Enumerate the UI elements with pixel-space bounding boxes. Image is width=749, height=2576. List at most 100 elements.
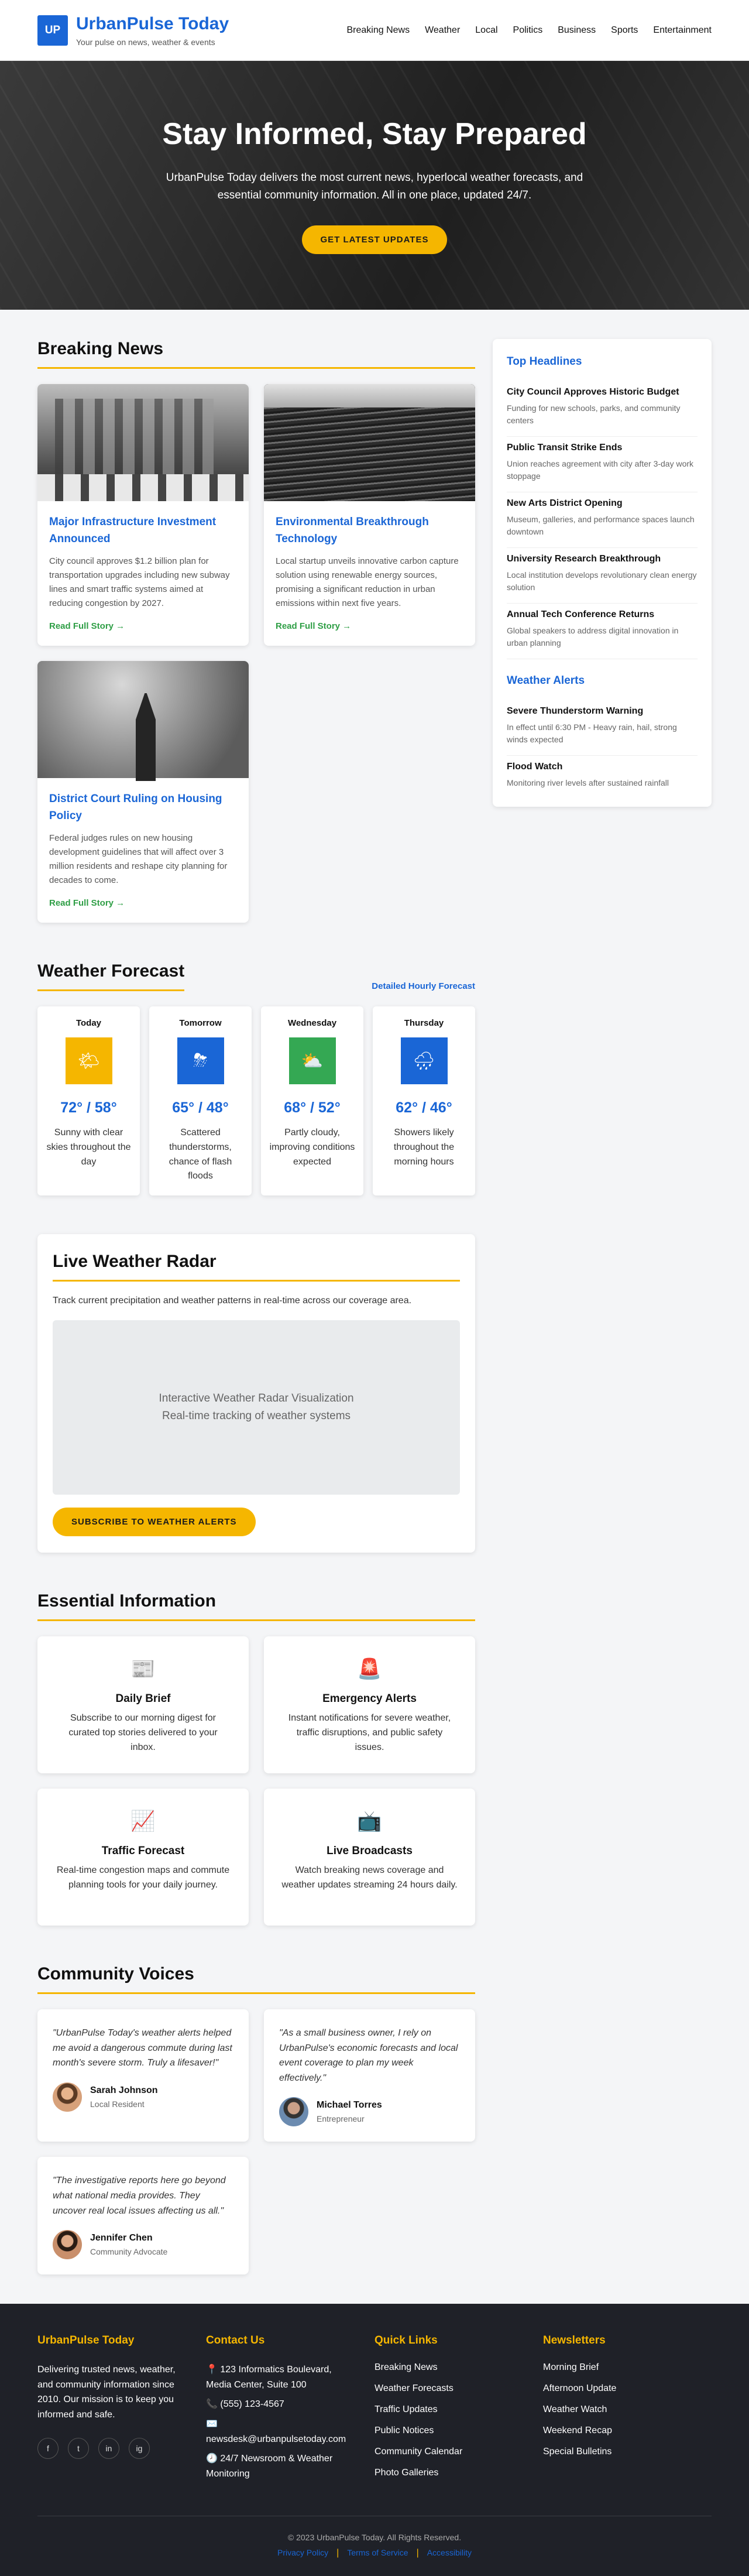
read-full-story-link[interactable]: Read Full Story → (49, 898, 125, 908)
news-title[interactable]: Environmental Breakthrough Technology (276, 514, 463, 547)
community-voices-section: Community Voices "UrbanPulse Today's wea… (37, 1964, 475, 2275)
info-card-emergency-alerts[interactable]: 🚨 Emergency Alerts Instant notifications… (264, 1636, 475, 1773)
footer-link-weather-forecasts[interactable]: Weather Forecasts (374, 2383, 543, 2394)
forecast-day-tomorrow[interactable]: Tomorrow ⛈ 65° / 48° Scattered thunderst… (149, 1006, 252, 1195)
headline-title[interactable]: City Council Approves Historic Budget (507, 387, 698, 398)
privacy-policy-link[interactable]: Privacy Policy (277, 2548, 328, 2558)
info-description: Subscribe to our morning digest for cura… (68, 1713, 218, 1752)
contact-email[interactable]: ✉️ newsdesk@urbanpulsetoday.com (206, 2417, 358, 2447)
newsletter-morning-brief[interactable]: Morning Brief (543, 2362, 712, 2373)
alert-item[interactable]: Flood Watch Monitoring river levels afte… (507, 756, 698, 799)
news-image-building[interactable] (37, 384, 249, 501)
newspaper-icon: 📰 (130, 1658, 156, 1680)
twitter-icon[interactable]: t (68, 2437, 89, 2459)
main-nav: Breaking News Weather Local Politics Bus… (346, 25, 712, 36)
brand-name[interactable]: UrbanPulse Today (76, 14, 229, 34)
alert-item[interactable]: Severe Thunderstorm Warning In effect un… (507, 700, 698, 756)
copyright: © 2023 UrbanPulse Today. All Rights Rese… (287, 2533, 462, 2543)
info-description: Watch breaking news coverage and weather… (281, 1865, 458, 1890)
alert-title[interactable]: Flood Watch (507, 762, 698, 772)
nav-breaking-news[interactable]: Breaking News (346, 25, 410, 36)
section-title-community-voices: Community Voices (37, 1964, 475, 1994)
author-name: Jennifer Chen (90, 2233, 153, 2243)
separator: | (336, 2548, 339, 2558)
nav-sports[interactable]: Sports (611, 25, 638, 36)
testimonial-author: Sarah Johnson Local Resident (53, 2082, 233, 2112)
radar-map[interactable]: Interactive Weather Radar Visualization … (53, 1320, 460, 1495)
info-card-daily-brief[interactable]: 📰 Daily Brief Subscribe to our morning d… (37, 1636, 249, 1773)
footer-link-photo-galleries[interactable]: Photo Galleries (374, 2468, 543, 2478)
brand[interactable]: UP UrbanPulse Today Your pulse on news, … (37, 14, 229, 47)
footer-link-community-calendar[interactable]: Community Calendar (374, 2447, 543, 2457)
headline-item[interactable]: Public Transit Strike Ends Union reaches… (507, 437, 698, 492)
read-full-story-link[interactable]: Read Full Story → (276, 621, 351, 631)
footer-link-traffic-updates[interactable]: Traffic Updates (374, 2404, 543, 2415)
newsletter-special-bulletins[interactable]: Special Bulletins (543, 2447, 712, 2457)
news-title[interactable]: Major Infrastructure Investment Announce… (49, 514, 237, 547)
news-summary: Federal judges rules on new housing deve… (49, 833, 228, 885)
newsletter-weather-watch[interactable]: Weather Watch (543, 2404, 712, 2415)
nav-politics[interactable]: Politics (513, 25, 543, 36)
headline-item[interactable]: University Research Breakthrough Local i… (507, 548, 698, 604)
headline-description: Union reaches agreement with city after … (507, 459, 694, 481)
subscribe-weather-alerts-button[interactable]: Subscribe to Weather Alerts (53, 1508, 256, 1536)
news-card[interactable]: Major Infrastructure Investment Announce… (37, 384, 249, 646)
alert-description: In effect until 6:30 PM - Heavy rain, ha… (507, 722, 677, 744)
day-name: Tomorrow (179, 1018, 222, 1028)
news-image-tower[interactable] (37, 661, 249, 778)
accessibility-link[interactable]: Accessibility (427, 2548, 472, 2558)
contact-phone[interactable]: 📞 (555) 123-4567 (206, 2397, 358, 2412)
newsletter-weekend-recap[interactable]: Weekend Recap (543, 2426, 712, 2436)
get-latest-updates-button[interactable]: Get Latest Updates (301, 225, 448, 255)
linkedin-icon[interactable]: in (98, 2437, 119, 2459)
nav-local[interactable]: Local (475, 25, 497, 36)
weather-alerts-title: Weather Alerts (507, 674, 585, 687)
info-title: Traffic Forecast (101, 1845, 185, 1857)
terms-of-service-link[interactable]: Terms of Service (347, 2548, 408, 2558)
forecast-day-thursday[interactable]: Thursday 🌧 62° / 46° Showers likely thro… (373, 1006, 475, 1195)
read-full-story-link[interactable]: Read Full Story → (49, 621, 125, 631)
info-card-live-broadcasts[interactable]: 📺 Live Broadcasts Watch breaking news co… (264, 1789, 475, 1926)
headline-item[interactable]: Annual Tech Conference Returns Global sp… (507, 604, 698, 659)
news-card[interactable]: District Court Ruling on Housing Policy … (37, 661, 249, 923)
section-title-breaking-news: Breaking News (37, 339, 475, 369)
headline-title[interactable]: University Research Breakthrough (507, 554, 698, 564)
footer-about-title: UrbanPulse Today (37, 2334, 135, 2347)
nav-entertainment[interactable]: Entertainment (653, 25, 712, 36)
social-links: f t in ig (37, 2437, 206, 2459)
separator: | (416, 2548, 419, 2558)
news-title[interactable]: District Court Ruling on Housing Policy (49, 791, 237, 824)
newsletter-afternoon-update[interactable]: Afternoon Update (543, 2383, 712, 2394)
headline-title[interactable]: Public Transit Strike Ends (507, 443, 698, 453)
news-card[interactable]: Environmental Breakthrough Technology Lo… (264, 384, 475, 646)
partly-cloudy-icon: ⛅ (288, 1037, 336, 1084)
footer-about-text: Delivering trusted news, weather, and co… (37, 2365, 176, 2420)
headline-title[interactable]: Annual Tech Conference Returns (507, 609, 698, 620)
radar-subcaption: Real-time tracking of weather systems (162, 1410, 351, 1422)
temperature: 68° / 52° (284, 1099, 341, 1116)
footer-contact-title: Contact Us (206, 2334, 265, 2347)
temperature: 62° / 46° (396, 1099, 452, 1116)
nav-business[interactable]: Business (558, 25, 596, 36)
info-card-traffic-forecast[interactable]: 📈 Traffic Forecast Real-time congestion … (37, 1789, 249, 1926)
nav-weather[interactable]: Weather (425, 25, 460, 36)
headline-item[interactable]: City Council Approves Historic Budget Fu… (507, 381, 698, 437)
essential-info-section: Essential Information 📰 Daily Brief Subs… (37, 1591, 475, 1926)
legal-links: Privacy Policy | Terms of Service | Acce… (37, 2548, 712, 2558)
forecast-day-wednesday[interactable]: Wednesday ⛅ 68° / 52° Partly cloudy, imp… (261, 1006, 363, 1195)
info-grid: 📰 Daily Brief Subscribe to our morning d… (37, 1636, 475, 1926)
headline-item[interactable]: New Arts District Opening Museum, galler… (507, 492, 698, 548)
alert-title[interactable]: Severe Thunderstorm Warning (507, 706, 698, 717)
detailed-hourly-forecast-link[interactable]: Detailed Hourly Forecast (372, 981, 475, 991)
television-icon: 📺 (357, 1810, 382, 1832)
instagram-icon[interactable]: ig (129, 2437, 150, 2459)
forecast-day-today[interactable]: Today 🌤 72° / 58° Sunny with clear skies… (37, 1006, 140, 1195)
footer-link-breaking-news[interactable]: Breaking News (374, 2362, 543, 2373)
sun-cloud-icon: 🌤 (65, 1037, 112, 1084)
footer-link-public-notices[interactable]: Public Notices (374, 2426, 543, 2436)
news-image-water[interactable] (264, 384, 475, 501)
logo[interactable]: UP (37, 15, 68, 46)
headline-title[interactable]: New Arts District Opening (507, 498, 698, 509)
facebook-icon[interactable]: f (37, 2437, 59, 2459)
news-grid: Major Infrastructure Investment Announce… (37, 384, 475, 923)
